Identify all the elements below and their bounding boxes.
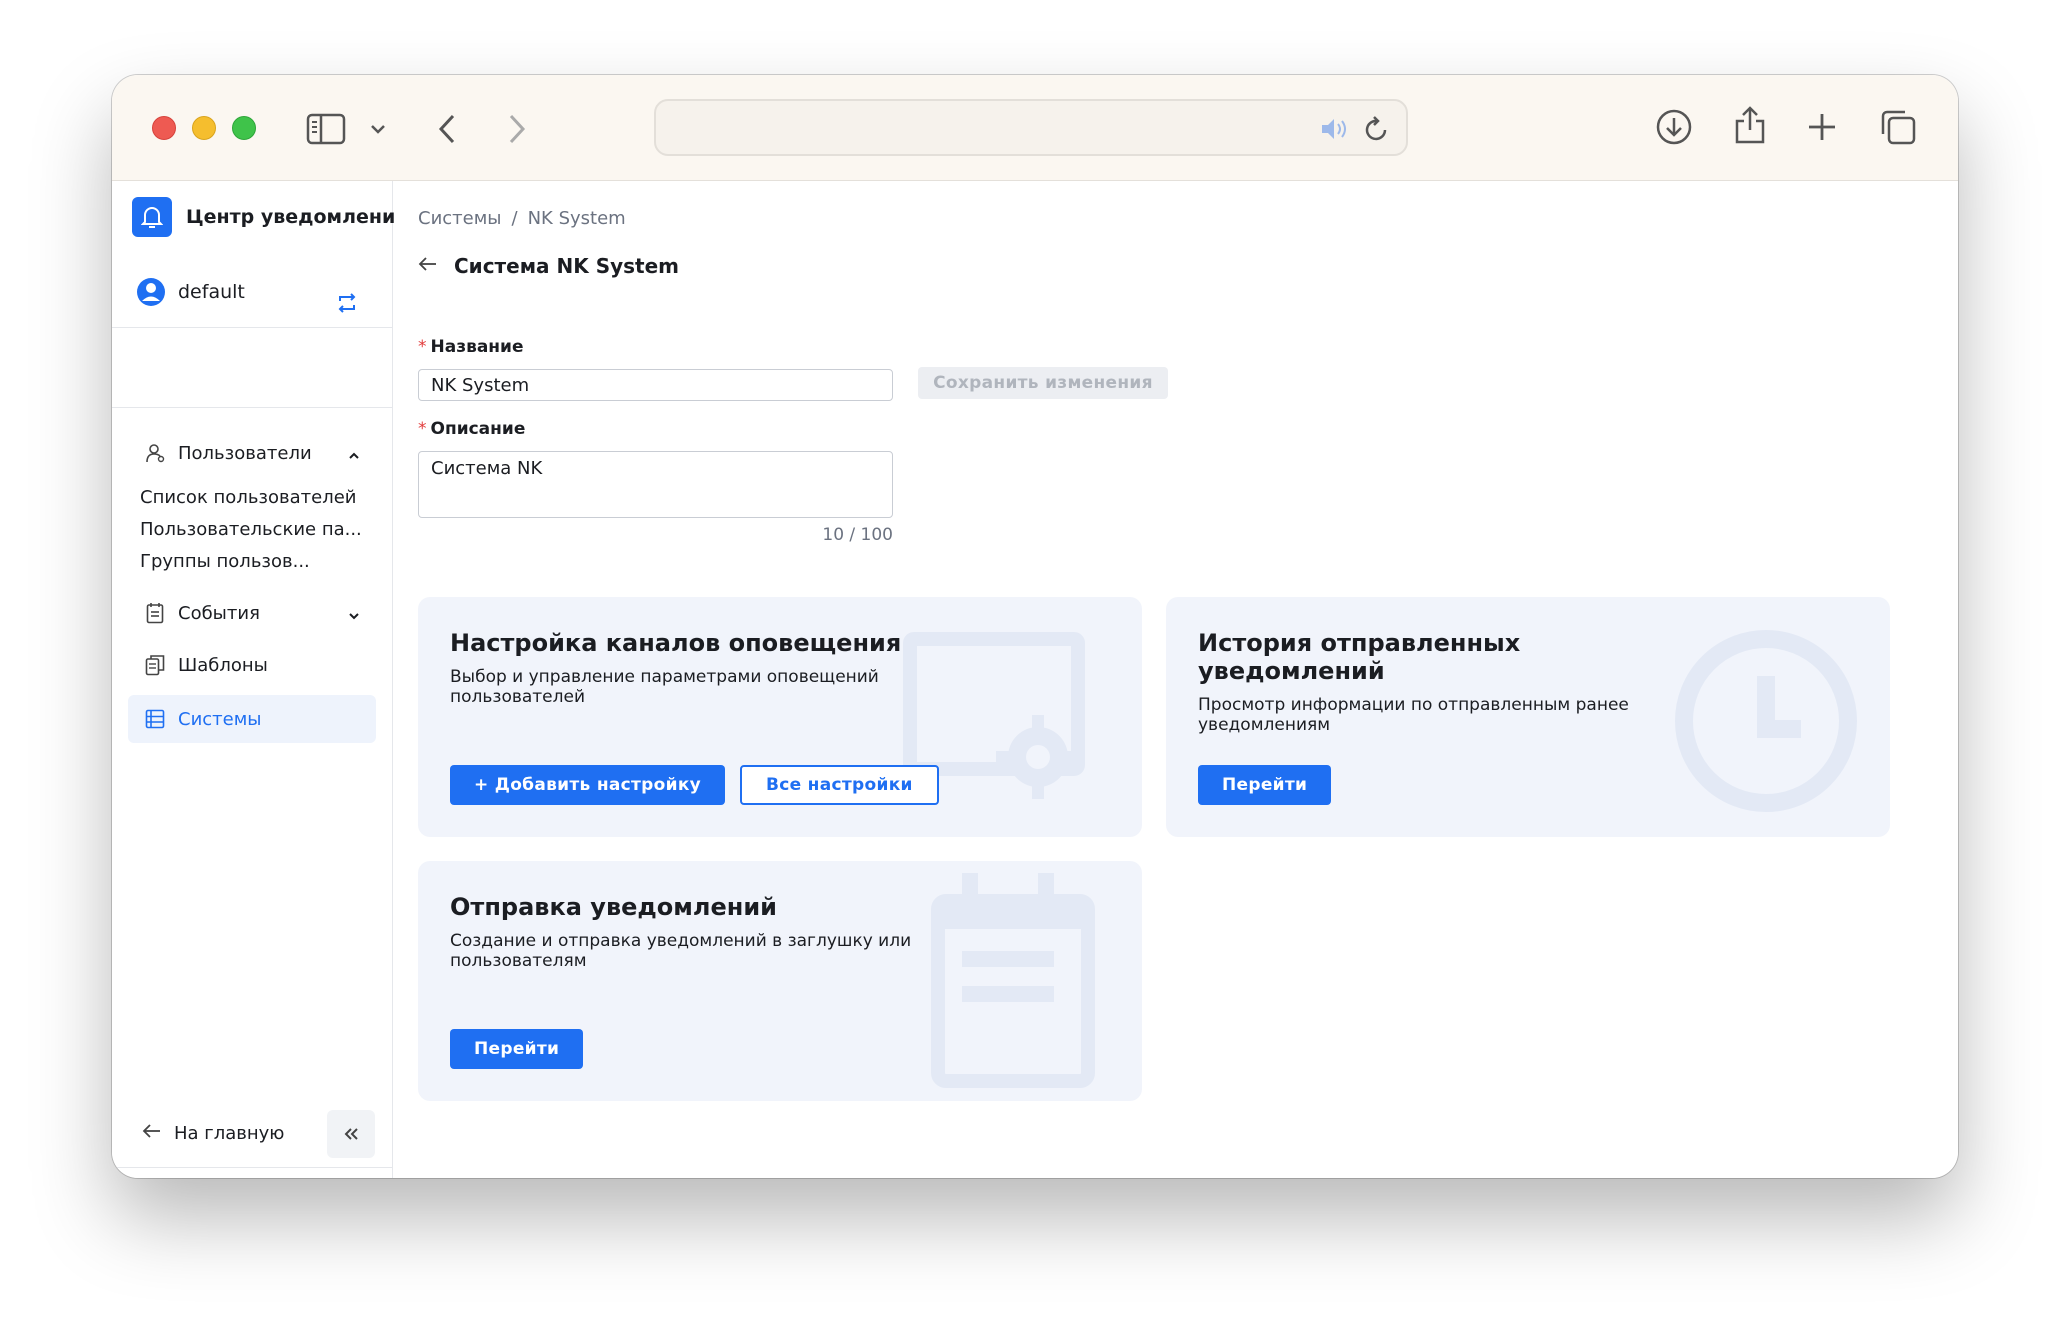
card-title: Отправка уведомлений — [450, 893, 777, 921]
minimize-window-button[interactable] — [192, 116, 216, 140]
browser-toolbar — [112, 75, 1958, 181]
browser-window: Центр уведомлений default Пользователи С… — [112, 75, 1958, 1178]
brand-title: Центр уведомлений — [186, 206, 409, 228]
add-setting-button[interactable]: + Добавить настройку — [450, 765, 726, 805]
card-notification-channels: Настройка каналов оповещения Выбор и упр… — [418, 597, 1142, 837]
chevron-down-icon[interactable] — [368, 117, 388, 141]
sidebar-toggle-icon[interactable] — [306, 109, 346, 149]
save-changes-button[interactable]: Сохранить изменения — [918, 367, 1168, 399]
sidebar-item-label: Пользователи — [178, 442, 312, 464]
name-field-label: * Название — [418, 337, 524, 357]
maximize-window-button[interactable] — [232, 116, 256, 140]
speaker-icon[interactable] — [1320, 115, 1350, 143]
tabs-overview-icon[interactable] — [1878, 107, 1918, 147]
card-description: Просмотр информации по отправленным ране… — [1198, 695, 1629, 735]
go-send-button[interactable]: Перейти — [450, 1029, 584, 1069]
user-profile[interactable]: default — [136, 277, 245, 307]
sidebar-item-label: Шаблоны — [178, 654, 268, 676]
reload-icon[interactable] — [1362, 113, 1392, 143]
forward-icon[interactable] — [504, 109, 530, 149]
breadcrumb-separator: / — [511, 208, 518, 229]
double-chevron-left-icon — [344, 1128, 358, 1140]
all-settings-button[interactable]: Все настройки — [740, 765, 939, 805]
required-mark: * — [418, 419, 427, 439]
main-content: Системы / NK System Система NK System * Н… — [394, 181, 1958, 1178]
user-icon — [144, 442, 166, 464]
calendar-icon — [931, 873, 1095, 1088]
breadcrumb-current: NK System — [527, 208, 626, 229]
address-bar[interactable] — [654, 99, 1408, 156]
sidebar-item-label: Системы — [178, 708, 262, 730]
clock-icon — [1675, 630, 1857, 812]
description-label-text: Описание — [430, 419, 526, 439]
back-arrow-icon[interactable] — [418, 256, 438, 276]
app-sidebar: Центр уведомлений default Пользователи С… — [112, 181, 409, 1178]
description-textarea[interactable]: Система NK — [418, 451, 893, 518]
close-window-button[interactable] — [152, 116, 176, 140]
bell-icon — [132, 197, 172, 237]
card-title: Настройка каналов оповещения — [450, 629, 902, 657]
card-description: Выбор и управление параметрами оповещени… — [450, 667, 879, 707]
sidebar-subitem-user-groups[interactable]: Группы пользов... — [140, 551, 310, 572]
sidebar-subitem-user-params[interactable]: Пользовательские па... — [140, 519, 362, 540]
page-header: Система NK System — [418, 254, 679, 278]
new-tab-icon[interactable] — [1804, 109, 1840, 145]
arrow-left-icon — [142, 1123, 162, 1144]
go-history-button[interactable]: Перейти — [1198, 765, 1332, 805]
share-icon[interactable] — [1730, 103, 1770, 147]
required-mark: * — [418, 337, 427, 357]
sidebar-item-systems[interactable]: Системы — [128, 695, 376, 743]
clipboard-icon — [144, 602, 166, 624]
page-title: Система NK System — [454, 254, 680, 278]
breadcrumb: Системы / NK System — [418, 208, 626, 229]
sidebar-item-events[interactable]: События — [128, 589, 376, 637]
card-title: История отправленных уведомлений — [1198, 629, 1521, 685]
divider — [112, 1167, 393, 1168]
divider — [112, 327, 393, 328]
user-avatar-icon — [137, 278, 165, 306]
chevron-up-icon — [348, 445, 360, 466]
description-field-label: * Описание — [418, 419, 525, 439]
sidebar-item-users[interactable]: Пользователи — [128, 429, 376, 477]
sidebar-item-templates[interactable]: Шаблоны — [128, 641, 376, 689]
name-input[interactable] — [418, 369, 893, 401]
home-link[interactable]: На главную — [142, 1123, 284, 1144]
card-sent-history: История отправленных уведомлений Просмот… — [1166, 597, 1890, 837]
templates-icon — [144, 654, 166, 676]
download-icon[interactable] — [1654, 107, 1694, 147]
sidebar-subitem-user-list[interactable]: Список пользователей — [140, 487, 357, 508]
chevron-down-icon — [348, 605, 360, 626]
divider — [112, 407, 393, 408]
card-description: Создание и отправка уведомлений в заглуш… — [450, 931, 912, 971]
name-label-text: Название — [430, 337, 524, 357]
char-counter: 10 / 100 — [822, 525, 893, 545]
back-icon[interactable] — [434, 109, 460, 149]
sidebar-item-label: События — [178, 602, 260, 624]
switch-user-icon[interactable] — [336, 293, 358, 317]
user-name: default — [178, 281, 245, 303]
systems-icon — [144, 708, 166, 730]
collapse-sidebar-button[interactable] — [327, 1110, 375, 1158]
breadcrumb-systems[interactable]: Системы — [418, 208, 502, 229]
card-send-notifications: Отправка уведомлений Создание и отправка… — [418, 861, 1142, 1101]
brand[interactable]: Центр уведомлений — [132, 196, 409, 238]
home-link-label: На главную — [174, 1123, 285, 1144]
